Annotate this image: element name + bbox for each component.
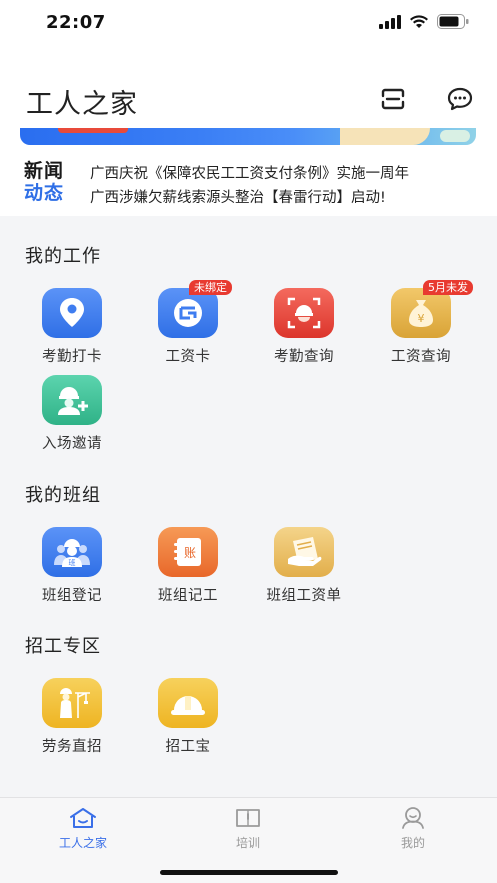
svg-text:账: 账 [184, 546, 196, 560]
scan-icon [381, 88, 405, 110]
svg-text:¥: ¥ [418, 312, 425, 325]
hard-hat-icon [158, 678, 218, 728]
message-button[interactable] [445, 84, 475, 114]
svg-text:班: 班 [69, 558, 76, 567]
news-item[interactable]: 广西庆祝《保障农民工工资支付条例》实施一周年 [90, 162, 409, 183]
tab-label: 培训 [235, 836, 260, 850]
tab-label: 工人之家 [58, 836, 107, 850]
tile-label: 工资卡 [165, 349, 211, 365]
user-icon [398, 806, 428, 830]
bank-card-icon [158, 288, 218, 338]
tile-label: 班组记工 [158, 588, 218, 604]
money-bag-icon: ¥ [391, 288, 451, 338]
news-logo-line1: 新闻 [24, 160, 65, 182]
payslip-icon [274, 527, 334, 577]
tile-attendance-checkin[interactable]: 考勤打卡 [17, 288, 127, 368]
wifi-icon [410, 14, 428, 28]
tile-label: 考勤查询 [274, 349, 334, 365]
tile-label: 工资查询 [391, 349, 451, 365]
news-logo-line2: 动态 [24, 182, 65, 204]
helmet-scan-icon [274, 288, 334, 338]
home-icon [68, 806, 98, 830]
location-pin-icon [42, 288, 102, 338]
promo-banner[interactable] [20, 128, 476, 145]
home-indicator[interactable] [160, 870, 338, 875]
news-logo: 新闻 动态 [24, 160, 74, 204]
add-worker-icon [42, 375, 102, 425]
tile-entry-invite[interactable]: 入场邀请 [17, 375, 127, 455]
status-icons [379, 14, 469, 29]
section-title-my-work: 我的工作 [25, 246, 101, 267]
tile-recruit-treasure[interactable]: 招工宝 [133, 678, 243, 758]
tile-label: 班组工资单 [266, 588, 342, 604]
tile-salary-card[interactable]: 未绑定 工资卡 [133, 280, 243, 368]
tile-attendance-query[interactable]: 考勤查询 [249, 288, 359, 368]
tile-label: 招工宝 [165, 739, 211, 755]
tab-mine[interactable]: 我的 [363, 806, 463, 851]
signal-icon [379, 14, 401, 29]
book-icon [233, 806, 263, 830]
tab-home[interactable]: 工人之家 [33, 806, 133, 851]
tile-label: 入场邀请 [42, 436, 102, 452]
status-badge: 未绑定 [189, 280, 232, 295]
worker-crane-icon [42, 678, 102, 728]
banner-decoration [58, 128, 128, 133]
news-item[interactable]: 广西涉嫌欠薪线索源头整治【春雷行动】启动! [90, 186, 386, 207]
tile-label: 班组登记 [42, 588, 102, 604]
header: 工人之家 新闻 动态 广西庆祝《保障农民工工资支付条例》实施一周年 广西涉嫌欠薪… [0, 48, 497, 216]
status-time: 22:07 [46, 12, 106, 33]
battery-icon [437, 14, 469, 29]
section-title-recruit: 招工专区 [25, 636, 101, 657]
banner-decoration [340, 128, 430, 145]
tile-team-register[interactable]: 班 班组登记 [17, 527, 127, 607]
ledger-icon: 账 [158, 527, 218, 577]
team-icon: 班 [42, 527, 102, 577]
tile-team-worklog[interactable]: 账 班组记工 [133, 527, 243, 607]
status-badge: 5月未发 [423, 280, 473, 295]
status-bar: 22:07 [0, 0, 497, 48]
tile-team-payslip[interactable]: 班组工资单 [249, 527, 359, 607]
tile-labor-direct-hire[interactable]: 劳务直招 [17, 678, 127, 758]
page-title: 工人之家 [26, 89, 138, 120]
tile-label: 考勤打卡 [42, 349, 102, 365]
tile-label: 劳务直招 [42, 739, 102, 755]
tab-training[interactable]: 培训 [198, 806, 298, 851]
section-title-my-team: 我的班组 [25, 485, 101, 506]
tile-salary-query[interactable]: ¥ 5月未发 工资查询 [366, 280, 476, 368]
scan-button[interactable] [378, 84, 408, 114]
chat-bubble-icon [447, 87, 473, 111]
banner-decoration [440, 130, 470, 142]
tab-label: 我的 [400, 836, 425, 850]
